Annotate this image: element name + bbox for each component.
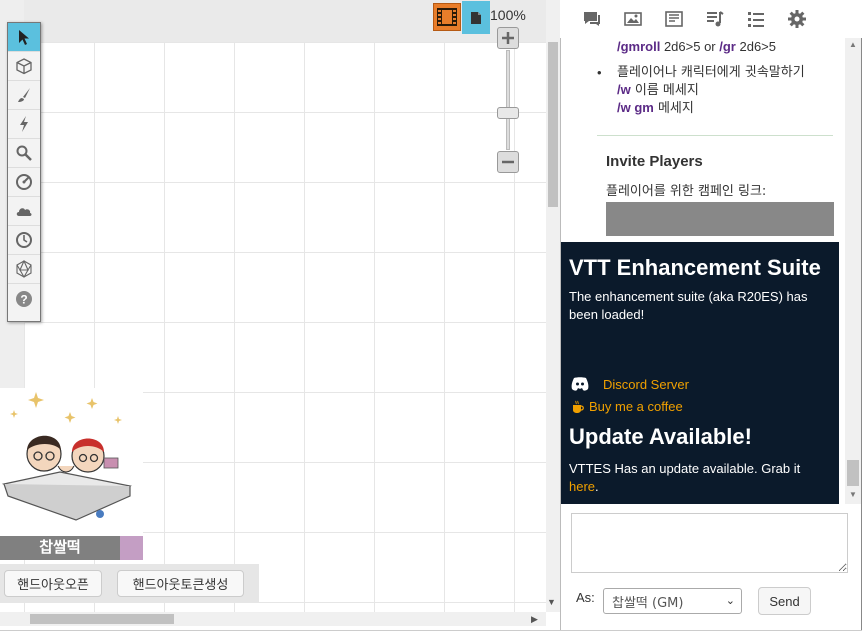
vtt-app: ? 100% ▼ ▶ 찹쌀떡 핸드아웃오픈 핸드아웃토큰생성 /gmroll 2… [0,0,862,639]
plus-icon [502,32,514,44]
zoom-percentage: 100% [490,7,526,23]
scroll-right-arrow-icon[interactable]: ▶ [531,614,538,625]
fog-tool-button[interactable] [8,197,40,226]
chat-scroll-up-icon[interactable]: ▲ [849,40,857,49]
coffee-row: Buy me a coffee [571,399,683,414]
help-tool-button[interactable]: ? [8,284,40,313]
gr-command: /gr [719,39,736,54]
tab-jukebox[interactable] [699,4,731,34]
chat-scroll-down-icon[interactable]: ▼ [849,490,857,499]
discord-icon [571,377,589,391]
chat-icon [584,12,600,26]
vttes-loaded-text: The enhancement suite (aka R20ES) has be… [569,289,808,322]
tool-palette: ? [7,22,41,322]
turn-tracker-button[interactable] [8,226,40,255]
magnifier-icon [16,145,32,161]
page-toolbar-button[interactable] [462,1,490,34]
list-icon [748,12,764,27]
brush-icon [18,88,30,102]
pointer-icon [19,30,29,45]
cube-icon [16,58,32,75]
whisper-description: 플레이어나 캐릭터에게 귓속말하기 [617,65,805,80]
chat-scrollbar[interactable] [845,38,861,504]
measure-tool-button[interactable] [8,168,40,197]
invite-description: 플레이어를 위한 캠페인 링크: [606,184,767,199]
character-portrait[interactable] [0,388,143,536]
scroll-down-arrow-icon[interactable]: ▼ [547,597,556,607]
select-tool-button[interactable] [8,23,40,52]
chevron-down-icon: ⌄ [725,594,735,607]
vttes-title: VTT Enhancement Suite [569,255,821,280]
whisper-gm-command: /w gm [617,100,654,115]
gear-icon [788,10,806,28]
gmroll-line: /gmroll 2d6>5 or /gr 2d6>5 [617,38,776,55]
tab-art[interactable] [617,4,649,34]
cloud-icon [16,208,32,216]
zoom-slider-thumb[interactable] [497,107,519,119]
zoom-tool-button[interactable] [8,139,40,168]
svg-text:?: ? [20,292,27,306]
sidebar-tabs [560,0,862,38]
update-available-heading: Update Available! [569,424,752,449]
dice-tool-button[interactable] [8,255,40,284]
token-tool-button[interactable] [8,52,40,81]
gmroll-command: /gmroll [617,39,661,54]
clock-icon [16,232,32,248]
minus-icon [502,160,514,164]
gmroll-args: 2d6>5 or [660,39,720,54]
tab-settings[interactable] [781,4,813,34]
bullet-icon: • [597,65,602,80]
whisper-command-line: /w 이름 메세지 [617,81,837,99]
update-body: VTTES Has an update available. Grab it [569,461,801,476]
send-button[interactable]: Send [758,587,811,615]
canvas-horizontal-scroll-thumb[interactable] [30,614,174,624]
character-name-label: 찹쌀떡 [0,536,120,560]
invite-players-heading: Invite Players [606,153,703,170]
vttes-message: VTT Enhancement Suite The enhancement su… [561,242,839,504]
tab-chat[interactable] [576,4,608,34]
film-icon [437,8,457,26]
chat-log[interactable]: /gmroll 2d6>5 or /gr 2d6>5 • 플레이어나 캐릭터에게… [561,38,845,504]
handout-open-button[interactable]: 핸드아웃오픈 [4,570,102,597]
tab-compendium[interactable] [740,4,772,34]
speak-as-select[interactable]: 찹쌀떡 (GM) ⌄ [603,588,742,614]
draw-tool-button[interactable] [8,81,40,110]
discord-row: Discord Server [571,376,689,392]
compass-icon [16,174,32,190]
window-bottom-edge [0,630,862,639]
campaign-link-field[interactable] [606,202,834,236]
chat-input[interactable] [571,513,848,573]
art-icon [624,12,642,26]
d20-icon [16,260,32,278]
help-icon: ? [16,290,32,307]
journal-icon [665,11,683,27]
update-period: . [595,479,599,494]
whisper-args: 이름 메세지 [630,83,699,98]
whisper-command: /w [617,82,631,97]
divider [597,135,833,136]
lightning-icon [20,116,28,132]
handout-token-create-button[interactable]: 핸드아웃토큰생성 [117,570,244,597]
update-here-link[interactable]: here [569,479,595,494]
coffee-icon [573,400,584,413]
discord-server-link[interactable]: Discord Server [603,377,689,392]
page-icon [471,11,481,24]
zoom-out-button[interactable] [497,151,519,173]
speak-as-label: As: [576,590,595,605]
buy-me-a-coffee-link[interactable]: Buy me a coffee [589,399,683,414]
tab-journal[interactable] [658,4,690,34]
whisper-gm-line: /w gm 메세지 [617,99,837,117]
whisper-gm-args: 메세지 [653,101,694,116]
zoom-in-button[interactable] [497,27,519,49]
fx-tool-button[interactable] [8,110,40,139]
jukebox-icon [707,11,724,27]
zoom-slider-track[interactable] [506,50,510,150]
video-toggle-button[interactable] [433,3,461,31]
canvas-vertical-scroll-thumb[interactable] [548,42,558,207]
update-text: VTTES Has an update available. Grab it h… [569,460,831,496]
gr-args: 2d6>5 [735,39,776,54]
character-color-swatch [120,536,143,560]
speak-as-value: 찹쌀떡 (GM) [612,595,684,611]
chat-scroll-thumb[interactable] [847,460,859,486]
